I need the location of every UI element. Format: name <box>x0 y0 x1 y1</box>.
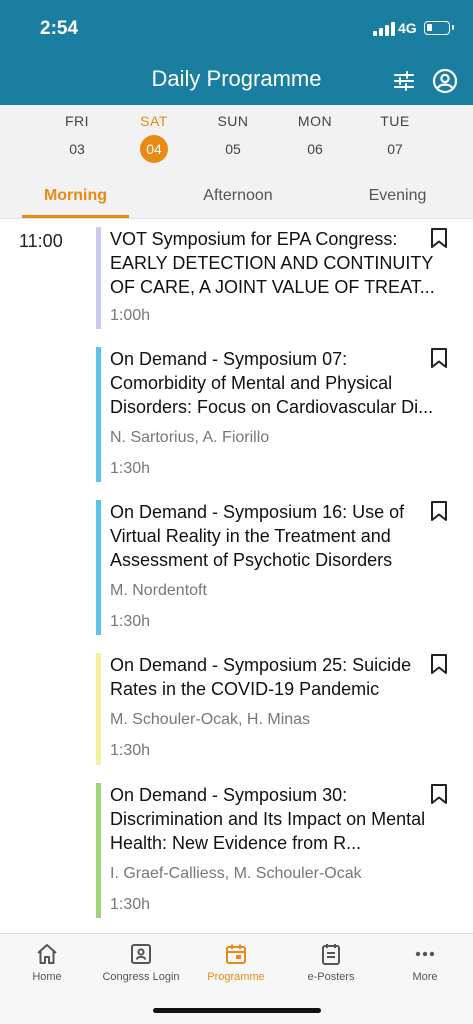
session-title: On Demand - Symposium 25: Suicide Rates … <box>110 655 412 699</box>
sliders-icon[interactable] <box>392 69 416 93</box>
session-color-bar <box>96 347 101 482</box>
day-name: SUN <box>217 113 249 129</box>
session-duration: 1:30h <box>110 742 151 759</box>
day-name: TUE <box>380 113 410 129</box>
bookmark-icon[interactable] <box>430 347 448 369</box>
session-title: On Demand - Symposium 16: Use of Virtual… <box>110 502 405 570</box>
day-number: 06 <box>307 141 323 157</box>
session-speakers: N. Sartorius, A. Fiorillo <box>110 429 270 446</box>
day-number: 03 <box>69 141 85 157</box>
session-title: On Demand - Symposium 30: Discrimination… <box>110 785 426 853</box>
day-number: 05 <box>225 141 241 157</box>
tab-evening[interactable]: Evening <box>350 187 445 205</box>
day-fri[interactable]: FRI 03 <box>47 113 107 163</box>
status-time: 2:54 <box>40 18 79 39</box>
tab-morning[interactable]: Morning <box>22 187 129 205</box>
day-number: 04 <box>140 135 168 163</box>
nav-label: Congress Login <box>102 971 180 983</box>
session-speakers: M. Nordentoft <box>110 582 207 599</box>
nav-label: More <box>412 971 438 983</box>
session-card[interactable]: On Demand - Symposium 25: Suicide Rates … <box>96 653 468 765</box>
day-sun[interactable]: SUN 05 <box>203 113 263 163</box>
day-number: 07 <box>387 141 403 157</box>
battery-icon <box>424 21 454 35</box>
nav-home[interactable]: Home <box>0 942 94 983</box>
nav-label: Home <box>32 971 62 983</box>
session-color-bar <box>96 783 101 918</box>
session-card[interactable]: On Demand - Symposium 30: Discrimination… <box>96 783 468 918</box>
day-selector: FRI 03 SAT 04 SUN 05 MON 06 TUE 07 <box>0 105 473 175</box>
session-card[interactable]: VOT Symposium for EPA Congress: EARLY DE… <box>96 227 468 329</box>
session-color-bar <box>96 227 101 329</box>
active-tab-indicator <box>22 215 129 218</box>
tab-afternoon[interactable]: Afternoon <box>183 187 293 205</box>
session-list[interactable]: 11:00 VOT Symposium for EPA Congress: EA… <box>0 219 473 933</box>
day-mon[interactable]: MON 06 <box>285 113 345 163</box>
session-color-bar <box>96 500 101 635</box>
day-name: MON <box>297 113 333 129</box>
nav-label: e-Posters <box>307 971 355 983</box>
day-sat[interactable]: SAT 04 <box>124 113 184 163</box>
nav-e-posters[interactable]: e-Posters <box>284 942 378 983</box>
nav-programme[interactable]: Programme <box>189 942 283 983</box>
network-type: 4G <box>398 20 417 36</box>
bookmark-icon[interactable] <box>430 227 448 249</box>
bookmark-icon[interactable] <box>430 653 448 675</box>
session-duration: 1:30h <box>110 613 151 630</box>
session-color-bar <box>96 653 101 765</box>
user-circle-icon[interactable] <box>432 68 458 94</box>
nav-label: Programme <box>207 971 265 983</box>
home-icon <box>35 942 59 966</box>
session-title: On Demand - Symposium 07: Comorbidity of… <box>110 349 434 417</box>
bookmark-icon[interactable] <box>430 783 448 805</box>
signal-icon <box>373 22 395 36</box>
app-screen: 2:54 4G Daily Programme FRI 03 SAT 04 SU… <box>0 0 473 1024</box>
nav-congress-login[interactable]: Congress Login <box>94 942 188 983</box>
more-dots-icon <box>413 942 437 966</box>
session-card[interactable]: On Demand - Symposium 07: Comorbidity of… <box>96 347 468 482</box>
day-tue[interactable]: TUE 07 <box>365 113 425 163</box>
session-card[interactable]: On Demand - Symposium 16: Use of Virtual… <box>96 500 468 635</box>
status-bar: 2:54 4G <box>0 0 473 58</box>
document-icon <box>319 942 343 966</box>
session-duration: 1:00h <box>110 307 151 324</box>
nav-more[interactable]: More <box>378 942 472 983</box>
session-speakers: M. Schouler-Ocak, H. Minas <box>110 711 311 728</box>
day-name: FRI <box>64 113 90 129</box>
home-indicator <box>153 1008 321 1013</box>
session-duration: 1:30h <box>110 460 151 477</box>
bookmark-icon[interactable] <box>430 500 448 522</box>
session-speakers: I. Graef-Calliess, M. Schouler-Ocak <box>110 865 362 882</box>
day-name: SAT <box>140 113 168 129</box>
time-slot-label: 11:00 <box>19 231 63 251</box>
id-card-icon <box>129 942 153 966</box>
top-header: 2:54 4G Daily Programme <box>0 0 473 105</box>
period-tabs: Morning Afternoon Evening <box>0 175 473 219</box>
session-duration: 1:30h <box>110 896 151 913</box>
calendar-icon <box>224 942 248 966</box>
session-title: VOT Symposium for EPA Congress: EARLY DE… <box>110 229 435 297</box>
